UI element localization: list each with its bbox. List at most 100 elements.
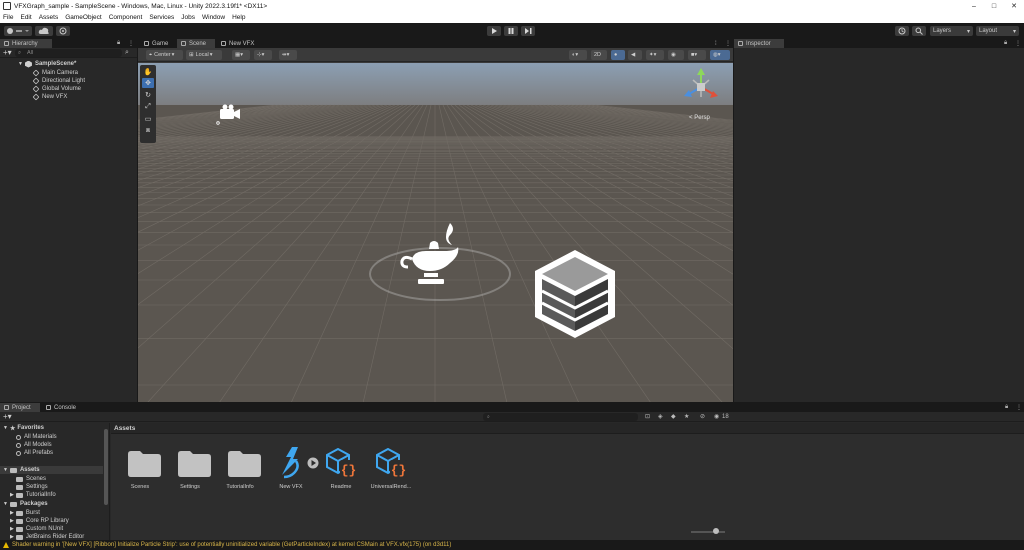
play-button[interactable] [487, 26, 501, 36]
create-asset-button[interactable]: +▾ [3, 412, 12, 422]
tree-all-prefabs[interactable]: All Prefabs [16, 449, 53, 457]
tab-hierarchy[interactable]: Hierarchy [0, 39, 52, 48]
lock-icon[interactable]: 🔒︎ [117, 39, 120, 48]
more-options-icon[interactable]: ⋮ [1015, 39, 1021, 48]
tree-scrollbar[interactable] [104, 429, 108, 505]
tab-console[interactable]: Console [42, 403, 84, 412]
more-options-icon[interactable]: ⋮ [725, 39, 731, 48]
space-dropdown[interactable]: ⊞ Local ▾ [186, 50, 222, 60]
tree-core-rp-library[interactable]: ▶ Core RP Library [10, 517, 69, 525]
tab-scene[interactable]: Scene [177, 39, 215, 48]
pause-button[interactable] [504, 26, 518, 36]
more-options-icon[interactable]: ⋮ [1016, 403, 1022, 412]
vfx-gizmo-icon[interactable] [532, 247, 618, 341]
hierarchy-item-global-volume[interactable]: Global Volume [32, 85, 81, 93]
add-button[interactable]: +▾ [3, 48, 12, 58]
tree-burst[interactable]: ▶ Burst [10, 509, 40, 517]
search-by-type-icon[interactable]: ⊡ [645, 412, 650, 422]
search-by-label-icon[interactable]: ◈ [658, 412, 663, 422]
camera-settings-button[interactable]: ■▾ [688, 50, 706, 60]
tag-icon[interactable]: ◆ [671, 412, 676, 422]
menu-file[interactable]: File [3, 14, 13, 21]
account-button[interactable] [4, 26, 32, 36]
history-button[interactable] [895, 26, 909, 36]
minimize-button[interactable]: – [964, 3, 984, 10]
menu-gameobject[interactable]: GameObject [65, 14, 102, 21]
scene-root-row[interactable]: ▼ SampleScene* [18, 60, 76, 68]
tree-assets[interactable]: ▼ Assets [0, 466, 103, 474]
menu-window[interactable]: Window [202, 14, 225, 21]
gizmos-button[interactable]: ◍▾ [710, 50, 730, 60]
menu-assets[interactable]: Assets [39, 14, 59, 21]
lighting-toggle-button[interactable]: ● [611, 50, 625, 60]
grid-snap-button[interactable]: ▦▾ [232, 50, 250, 60]
step-button[interactable] [521, 26, 535, 36]
incremental-snap-button[interactable]: ⇹▾ [279, 50, 297, 60]
layers-dropdown[interactable]: Layers ▾ [930, 26, 973, 36]
cloud-button[interactable] [35, 26, 53, 36]
maximize-panel-icon[interactable]: ⁞ [715, 39, 717, 48]
more-options-icon[interactable]: ⋮ [128, 39, 134, 48]
hierarchy-item-main-camera[interactable]: Main Camera [32, 69, 78, 77]
hidden-packages-icon[interactable]: ⊘ [700, 412, 705, 422]
tree-custom-nunit[interactable]: ▶ Custom NUnit [10, 525, 63, 533]
icon-size-slider-track[interactable] [691, 531, 725, 533]
asset-scenes[interactable]: Scenes [115, 447, 165, 497]
lock-icon[interactable]: 🔒︎ [1005, 403, 1008, 412]
move-tool-button[interactable]: ✥ [142, 78, 154, 88]
project-search-input[interactable]: ⌕ [483, 413, 638, 421]
tab-project[interactable]: Project [0, 403, 40, 412]
icon-size-slider-handle[interactable] [713, 528, 719, 534]
close-button[interactable]: ✕ [1004, 2, 1024, 10]
draw-mode-button[interactable]: ◐▾ [569, 50, 587, 60]
light-gizmo-icon[interactable] [400, 221, 464, 289]
toggle-2d-button[interactable]: 2D [591, 50, 607, 60]
asset-readme[interactable]: {} Readme [316, 447, 366, 497]
tab-game[interactable]: Game [140, 39, 176, 48]
collab-button[interactable] [56, 26, 70, 36]
favorite-star-icon[interactable]: ★ [684, 412, 689, 422]
asset-settings[interactable]: Settings [165, 447, 215, 497]
camera-gizmo-icon[interactable] [214, 100, 242, 126]
rotate-tool-button[interactable]: ↻ [142, 90, 154, 100]
tab-inspector[interactable]: Inspector [734, 39, 784, 48]
projection-label[interactable]: < Persp [689, 115, 710, 121]
audio-toggle-button[interactable]: ◀ [628, 50, 642, 60]
rect-tool-button[interactable]: ▭ [142, 114, 154, 124]
hidden-objects-button[interactable]: ◉ [668, 50, 684, 60]
menu-component[interactable]: Component [109, 14, 143, 21]
menu-help[interactable]: Help [232, 14, 245, 21]
hierarchy-item-directional-light[interactable]: Directional Light [32, 77, 85, 85]
orientation-gizmo[interactable] [679, 67, 725, 109]
tree-all-models[interactable]: All Models [16, 441, 52, 449]
effects-button[interactable]: ✦▾ [646, 50, 664, 60]
asset-new-vfx[interactable]: New VFX [266, 447, 319, 497]
hierarchy-item-new-vfx[interactable]: New VFX [32, 93, 67, 101]
snap-increment-button[interactable]: ⊹▾ [254, 50, 272, 60]
asset-tutorialinfo[interactable]: TutorialInfo [215, 447, 265, 497]
hierarchy-search-input[interactable]: ⌕ All [15, 49, 122, 57]
layout-dropdown[interactable]: Layout ▾ [976, 26, 1019, 36]
lock-icon[interactable]: 🔒︎ [1004, 39, 1007, 48]
tree-all-materials[interactable]: All Materials [16, 433, 57, 441]
tree-favorites[interactable]: ▼ ★ Favorites [3, 424, 44, 432]
menu-services[interactable]: Services [149, 14, 174, 21]
pivot-dropdown[interactable]: ⌖ Center ▾ [146, 50, 183, 60]
maximize-button[interactable]: □ [984, 3, 1004, 10]
search-filter-icon[interactable]: ⌕ [125, 48, 129, 58]
scale-tool-button[interactable]: ⤢ [142, 102, 154, 112]
tree-tutorialinfo[interactable]: ▶ TutorialInfo [10, 491, 56, 499]
tab-new-vfx[interactable]: New VFX [217, 39, 263, 48]
transform-tool-button[interactable]: ⧈ [142, 126, 154, 136]
tree-packages[interactable]: ▼ Packages [3, 500, 48, 508]
menu-edit[interactable]: Edit [20, 14, 31, 21]
hand-tool-button[interactable]: ✋ [142, 67, 154, 77]
tree-scenes[interactable]: Scenes [16, 475, 46, 483]
menu-jobs[interactable]: Jobs [181, 14, 195, 21]
search-button[interactable] [912, 26, 926, 36]
tree-jetbrains-rider-editor[interactable]: ▶ JetBrains Rider Editor [10, 533, 84, 540]
eye-icon[interactable]: ◉ [714, 412, 719, 422]
scene-viewport[interactable]: < Persp ✋ ✥ ↻ ⤢ ▭ ⧈ [138, 63, 733, 402]
status-bar[interactable]: Shader warning in '[New VFX] [Ribbon] In… [0, 540, 1024, 550]
tree-settings[interactable]: Settings [16, 483, 48, 491]
